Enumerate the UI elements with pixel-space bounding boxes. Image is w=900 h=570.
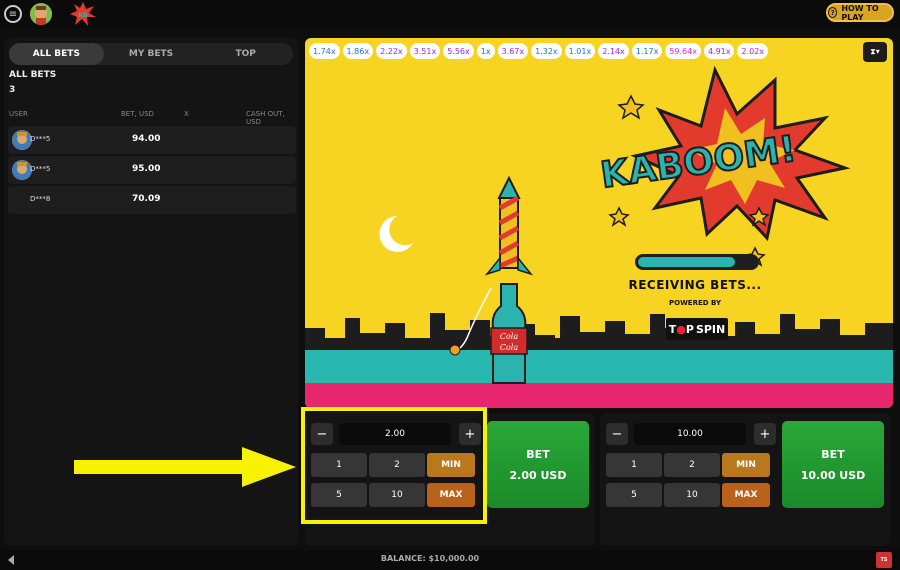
column-cashout: CASH OUT, USD — [246, 110, 285, 126]
row-user: D***5 — [30, 165, 51, 173]
how-to-play-label: HOW TO PLAY — [841, 3, 879, 22]
coefficient-chip: 2.02x — [737, 43, 769, 59]
svg-text:KB: KB — [78, 12, 88, 19]
coefficient-chip: 3.51x — [409, 43, 441, 59]
coefficient-chip: 5.56x — [443, 43, 474, 59]
avatar — [12, 160, 32, 180]
bet-amount: 10.00 USD — [800, 468, 866, 482]
powered-by-text: POWERED BY — [668, 299, 722, 307]
status-text: RECEIVING BETS... — [628, 278, 762, 292]
table-row: D***5 95.00 — [8, 156, 296, 184]
coefficient-chip: 2.22x — [376, 43, 407, 59]
tab-top[interactable]: TOP — [198, 43, 293, 65]
bets-tabs: ALL BETS MY BETS TOP — [9, 43, 293, 65]
game-canvas: Cola Cola KABOOM! 1.74x 1.86x 2.22x 3.51x 5.… — [305, 38, 893, 408]
row-bet: 95.00 — [132, 164, 161, 174]
bet-label: BET — [821, 447, 845, 461]
bet-button[interactable]: BET 10.00 USD — [782, 421, 884, 508]
amount-stepper: − 10.00 + — [606, 423, 776, 445]
tab-all-bets[interactable]: ALL BETS — [9, 43, 104, 65]
bottle-label-2: Cola — [500, 343, 518, 352]
coefficient-chip: 1.17x — [631, 43, 663, 59]
column-user: USER — [9, 110, 28, 118]
increase-button[interactable]: + — [754, 423, 776, 445]
arrow-annotation — [74, 447, 296, 487]
coefficient-chip: 1.32x — [531, 43, 562, 59]
question-icon: ? — [828, 7, 838, 18]
table-row: D***5 94.00 — [8, 126, 296, 154]
bet-panel-2: − 10.00 + 1 2 MIN 5 10 MAX BET 10.00 USD — [600, 413, 890, 546]
coefficient-chip: 1x — [476, 43, 495, 59]
bottle-label-1: Cola — [500, 332, 518, 341]
how-to-play-button[interactable]: ? HOW TO PLAY — [826, 3, 894, 22]
max-button[interactable]: MAX — [722, 483, 770, 507]
quick-bet-10[interactable]: 10 — [664, 483, 720, 507]
bets-list: D***5 94.00 D***5 95.00 D***8 70.09 — [8, 126, 296, 216]
quick-bet-1[interactable]: 1 — [606, 453, 662, 477]
all-bets-title: ALL BETS — [9, 70, 57, 80]
coefficient-history: 1.74x 1.86x 2.22x 3.51x 5.56x 1x 3.67x 1.32x 1.0… — [309, 43, 769, 59]
quick-bet-2[interactable]: 2 — [664, 453, 720, 477]
balance-text: BALANCE: $10,000.00 — [380, 554, 480, 563]
game-scene: Cola Cola KABOOM! — [305, 65, 893, 408]
bottom-bar: BALANCE: $10,000.00 TS — [0, 550, 900, 570]
coefficient-chip: 1.86x — [342, 43, 374, 59]
menu-icon[interactable]: ≡ — [4, 5, 22, 23]
min-button[interactable]: MIN — [722, 453, 770, 477]
coefficient-chip: 3.67x — [497, 43, 529, 59]
user-avatar[interactable] — [30, 3, 52, 25]
topspin-logo: T ● P SPIN — [666, 318, 728, 340]
coefficient-chip: 1.74x — [309, 43, 340, 59]
coefficient-chip: 59.64x — [665, 43, 701, 59]
top-bar: ≡ KB ? HOW TO PLAY — [0, 0, 900, 28]
bet-button[interactable]: BET 2.00 USD — [487, 421, 589, 508]
row-user: D***8 — [30, 195, 51, 203]
coefficient-chip: 4.91x — [703, 43, 735, 59]
column-bet: BET, USD — [121, 110, 154, 118]
topspin-small-logo: TS — [876, 552, 892, 568]
coefficient-chip: 1.01x — [564, 43, 596, 59]
decrease-button[interactable]: − — [606, 423, 628, 445]
avatar — [12, 130, 32, 150]
progress-fill — [638, 257, 735, 267]
highlight-box — [301, 407, 487, 524]
quick-bet-5[interactable]: 5 — [606, 483, 662, 507]
bet-label: BET — [526, 447, 550, 461]
row-bet: 94.00 — [132, 134, 161, 144]
tab-my-bets[interactable]: MY BETS — [104, 43, 199, 65]
all-bets-count: 3 — [9, 85, 16, 95]
row-bet: 70.09 — [132, 194, 161, 204]
hourglass-icon[interactable]: ⧗▾ — [863, 42, 887, 62]
progress-bar — [635, 254, 759, 270]
row-user: D***5 — [30, 135, 51, 143]
table-row: D***8 70.09 — [8, 186, 296, 214]
coefficient-chip: 2.14x — [598, 43, 629, 59]
amount-input[interactable]: 10.00 — [634, 423, 746, 445]
kaboom-logo: KB — [70, 2, 96, 26]
bet-amount: 2.00 USD — [509, 468, 567, 482]
column-x: X — [184, 110, 189, 118]
